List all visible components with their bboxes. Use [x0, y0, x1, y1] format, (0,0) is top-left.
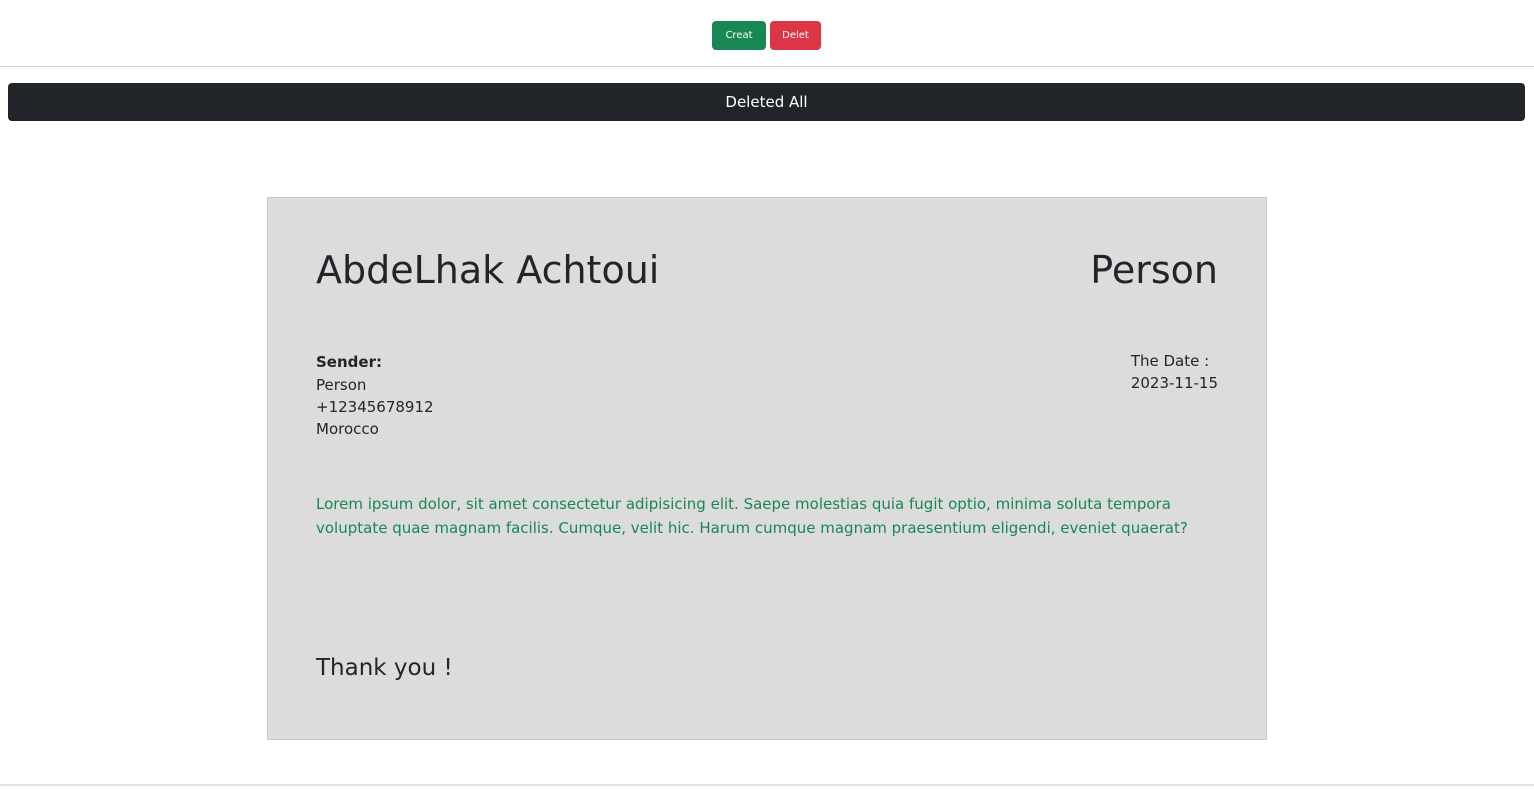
- sender-block: Sender: Person +12345678912 Morocco: [316, 350, 434, 440]
- message-card: AbdeLhak Achtoui Person Sender: Person +…: [267, 197, 1267, 740]
- sender-country: Morocco: [316, 420, 379, 438]
- delete-all-button[interactable]: Deleted All: [8, 83, 1525, 121]
- card-name: AbdeLhak Achtoui: [316, 248, 660, 292]
- divider: [0, 784, 1534, 786]
- closing-text: Thank you !: [316, 655, 453, 681]
- top-toolbar: Creat Delet: [0, 0, 1534, 67]
- create-button[interactable]: Creat: [712, 21, 766, 50]
- message-text: Lorem ipsum dolor, sit amet consectetur …: [316, 495, 1188, 537]
- date-block: The Date : 2023-11-15: [1131, 350, 1218, 394]
- sender-type: Person: [316, 376, 367, 394]
- card-role: Person: [1090, 248, 1218, 292]
- sender-label: Sender:: [316, 353, 382, 371]
- date-value: 2023-11-15: [1130, 374, 1218, 392]
- sender-phone: +12345678912: [316, 398, 434, 416]
- delete-button[interactable]: Delet: [770, 21, 821, 50]
- date-label: The Date :: [1130, 352, 1210, 370]
